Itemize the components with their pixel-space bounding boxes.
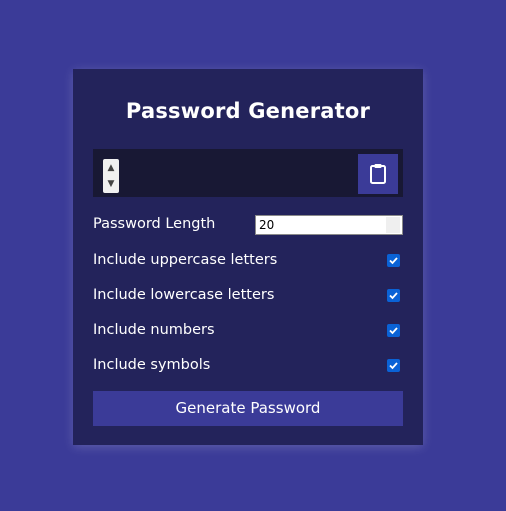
- password-length-label: Password Length: [93, 216, 216, 232]
- option-numbers-label: Include numbers: [93, 322, 215, 338]
- numbers-checkbox[interactable]: [387, 324, 400, 337]
- checkmark-icon: [389, 257, 398, 265]
- password-length-value: 20: [259, 218, 275, 232]
- option-uppercase-label: Include uppercase letters: [93, 252, 278, 268]
- clipboard-icon: [370, 164, 386, 184]
- password-length-input[interactable]: 20: [255, 215, 403, 235]
- option-numbers-row: Include numbers: [93, 319, 403, 343]
- checkmark-icon: [389, 327, 398, 335]
- option-lowercase-row: Include lowercase letters: [93, 284, 403, 308]
- result-scroll-arrows[interactable]: ▲ ▼: [103, 159, 119, 193]
- password-result-box: ▲ ▼: [93, 149, 403, 197]
- option-uppercase-row: Include uppercase letters: [93, 249, 403, 273]
- option-lowercase-label: Include lowercase letters: [93, 287, 275, 303]
- lowercase-checkbox[interactable]: [387, 289, 400, 302]
- checkmark-icon: [389, 292, 398, 300]
- option-symbols-label: Include symbols: [93, 357, 211, 373]
- chevron-up-icon[interactable]: ▲: [106, 162, 116, 174]
- symbols-checkbox[interactable]: [387, 359, 400, 372]
- generate-password-button[interactable]: Generate Password: [93, 391, 403, 426]
- password-length-row: Password Length 20: [93, 213, 403, 237]
- password-generator-card: Password Generator ▲ ▼ Password Length 2…: [73, 69, 423, 445]
- copy-clipboard-button[interactable]: [358, 154, 398, 194]
- checkmark-icon: [389, 362, 398, 370]
- chevron-down-icon[interactable]: ▼: [106, 178, 116, 190]
- number-stepper[interactable]: [386, 217, 400, 233]
- option-symbols-row: Include symbols: [93, 354, 403, 378]
- page-title: Password Generator: [125, 99, 371, 123]
- uppercase-checkbox[interactable]: [387, 254, 400, 267]
